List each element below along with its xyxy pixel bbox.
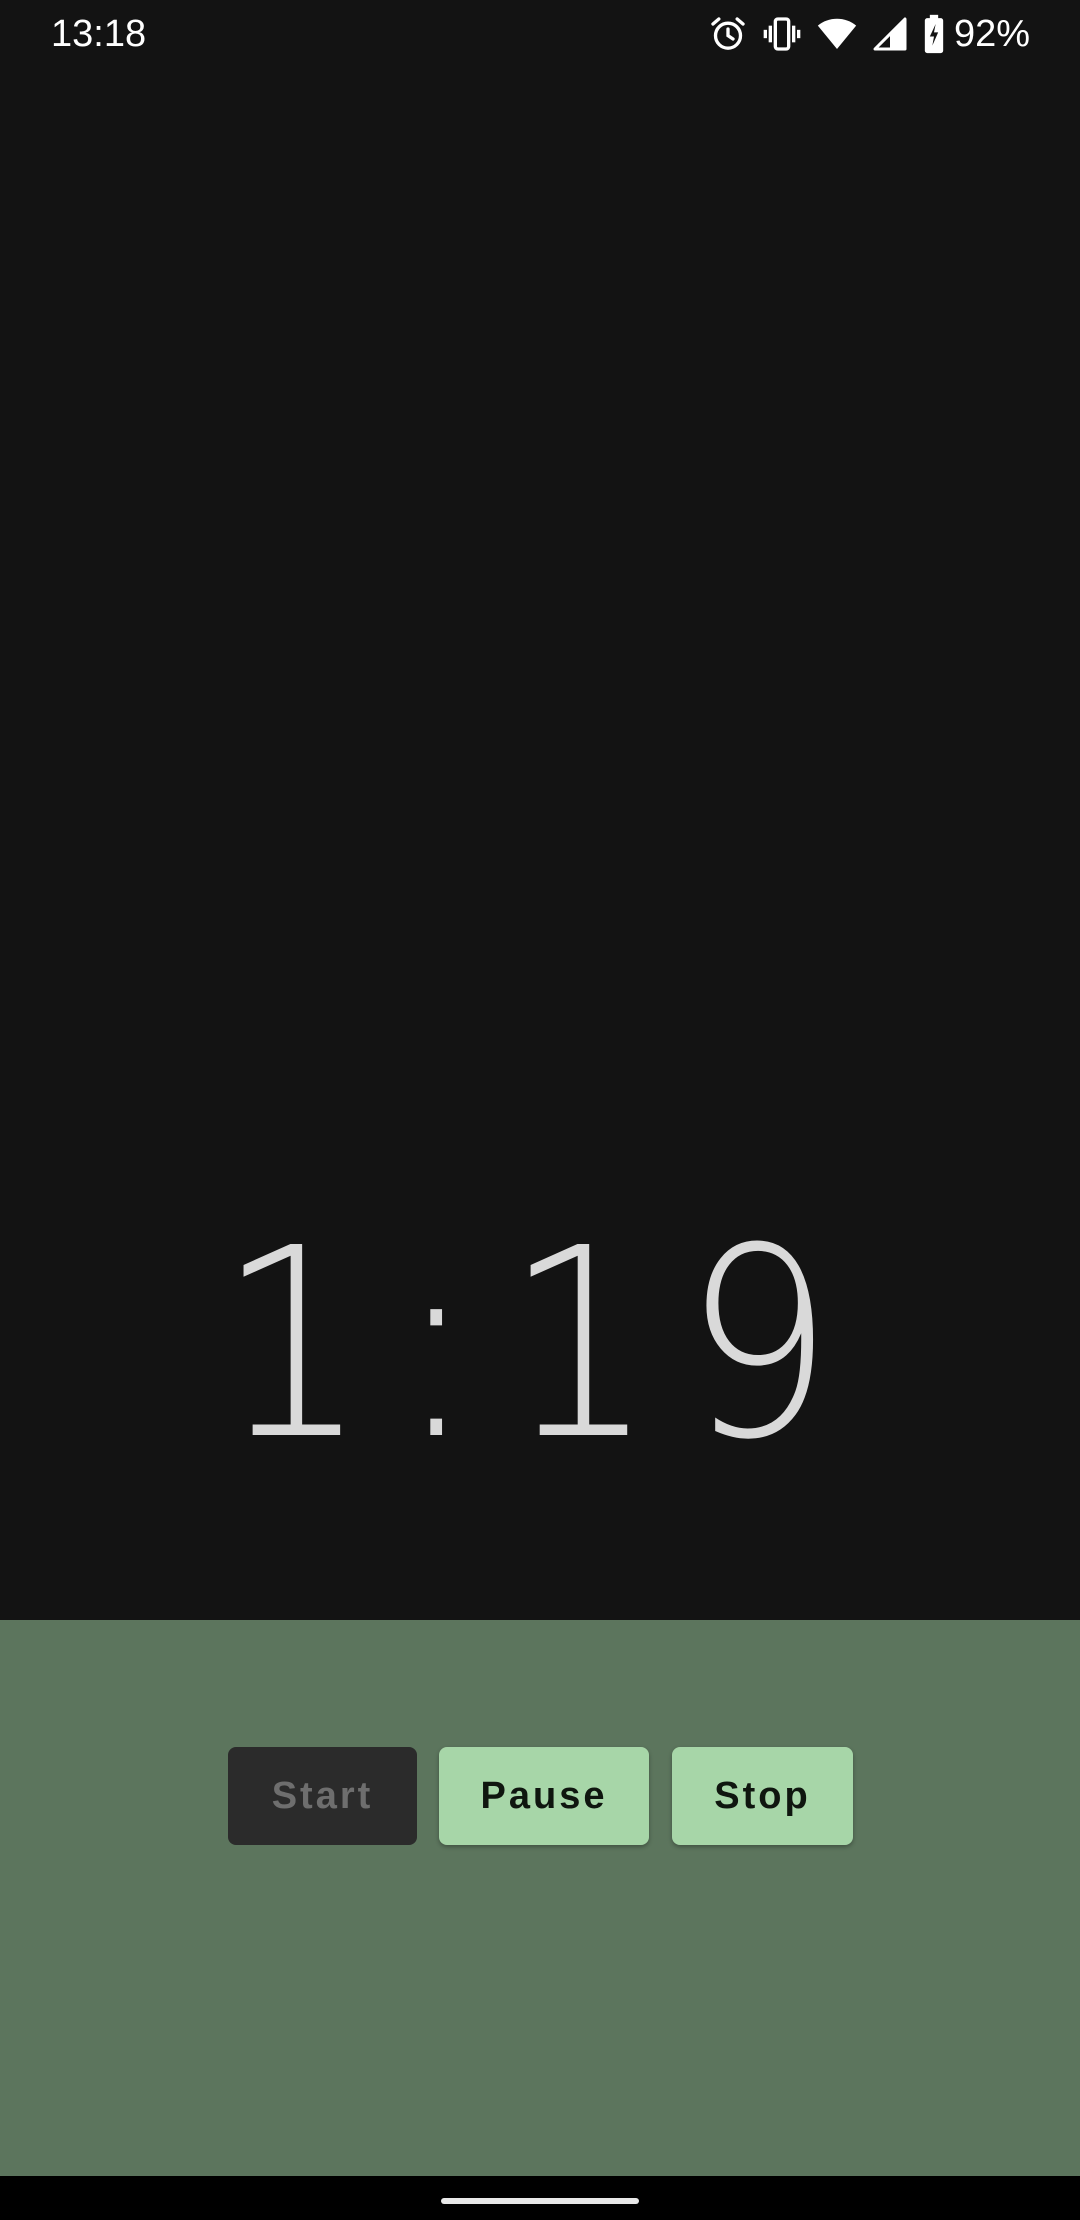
timer-screen: 13:18 92% 1:19 Start Pause Stop [0, 0, 1080, 2220]
pause-button[interactable]: Pause [439, 1747, 649, 1845]
alarm-icon [711, 17, 745, 50]
wifi-icon [817, 18, 857, 49]
cell-signal-icon [873, 17, 907, 51]
battery-charging-icon [924, 14, 944, 54]
controls-panel: Start Pause Stop [0, 1620, 1080, 2176]
battery-percent: 92% [953, 13, 1030, 55]
stop-button[interactable]: Stop [672, 1747, 853, 1845]
timer-display: 1:19 [217, 1192, 863, 1497]
status-icons: 92% [694, 10, 1030, 58]
navigation-bar [0, 2176, 1080, 2220]
home-gesture-handle[interactable] [441, 2198, 639, 2204]
vibrate-icon [763, 17, 801, 51]
status-bar: 13:18 92% [0, 0, 1080, 68]
start-button[interactable]: Start [228, 1747, 417, 1845]
status-time: 13:18 [51, 13, 147, 55]
